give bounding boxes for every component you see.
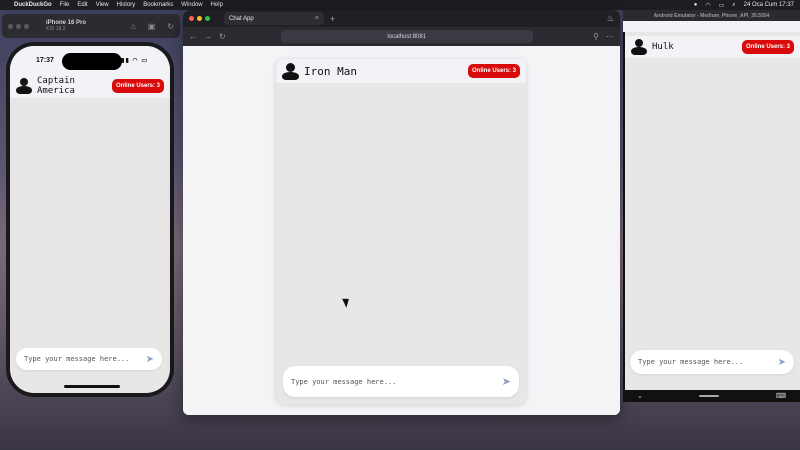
ios-username: Captain America bbox=[37, 76, 75, 96]
page-content: Iron Man Online Users: 3 ➤ bbox=[183, 46, 620, 415]
android-home-handle[interactable] bbox=[699, 395, 720, 397]
send-icon[interactable]: ➤ bbox=[502, 375, 511, 388]
ios-chat-header: Captain America Online Users: 3 bbox=[10, 74, 170, 98]
tab-chat-app[interactable]: Chat App × bbox=[224, 12, 324, 25]
ios-time: 17:37 bbox=[36, 56, 54, 64]
menu-window[interactable]: Window bbox=[181, 2, 202, 8]
send-icon[interactable]: ➤ bbox=[146, 354, 154, 365]
menu-bar: DuckDuckGo File Edit View History Bookma… bbox=[0, 0, 800, 10]
battery-icon[interactable]: ▭ bbox=[719, 2, 725, 9]
close-dot[interactable] bbox=[8, 23, 13, 29]
ios-message-box: ➤ bbox=[16, 348, 162, 370]
iphone-screen: 17:37 ▮▮ ◠ ▭ Captain America Online User… bbox=[10, 46, 170, 393]
wifi-icon[interactable]: ◠ bbox=[705, 2, 710, 9]
simulator-toolbar: iPhone 16 Pro iOS 18.2 ⌂ ▣ ↻ bbox=[2, 14, 180, 38]
iphone-device: 17:37 ▮▮ ◠ ▭ Captain America Online User… bbox=[6, 42, 174, 397]
address-bar: ← → ↻ localhost:8081 ⚲ ⋯ bbox=[183, 27, 620, 46]
person-icon bbox=[16, 78, 32, 94]
extension-icon[interactable]: ⚲ bbox=[593, 32, 599, 41]
home-indicator bbox=[64, 385, 120, 388]
window-controls bbox=[8, 23, 29, 29]
zoom-dot[interactable] bbox=[205, 16, 210, 21]
fire-icon[interactable]: ♨ bbox=[607, 14, 614, 23]
screenshot-icon[interactable]: ▣ bbox=[148, 22, 156, 31]
send-icon[interactable]: ➤ bbox=[778, 357, 786, 368]
keyboard-icon[interactable]: ⌨ bbox=[776, 392, 786, 400]
window-controls bbox=[189, 16, 210, 21]
menu-history[interactable]: History bbox=[117, 2, 136, 8]
web-message-input[interactable] bbox=[291, 377, 502, 386]
ios-message-input[interactable] bbox=[24, 355, 146, 363]
tab-title: Chat App bbox=[229, 15, 254, 22]
rotate-icon[interactable]: ↻ bbox=[167, 22, 174, 31]
dynamic-island bbox=[62, 53, 122, 70]
more-icon[interactable]: ⋯ bbox=[606, 32, 614, 41]
person-icon bbox=[282, 62, 299, 80]
search-icon[interactable]: ⌕ bbox=[732, 2, 735, 9]
android-message-input[interactable] bbox=[638, 358, 778, 366]
android-window-title: Android Emulator - Medium_Phone_API_35:5… bbox=[623, 10, 800, 21]
url-field[interactable]: localhost:8081 bbox=[280, 30, 533, 43]
menu-clock[interactable]: 24 Oca Cum 17:37 bbox=[744, 2, 794, 8]
menu-bookmarks[interactable]: Bookmarks bbox=[143, 2, 173, 8]
back-icon[interactable]: ← bbox=[189, 32, 197, 41]
close-dot[interactable] bbox=[189, 16, 194, 21]
web-message-box: ➤ bbox=[283, 366, 519, 397]
menu-view[interactable]: View bbox=[96, 2, 109, 8]
web-online-badge: Online Users: 3 bbox=[467, 64, 520, 78]
menu-edit[interactable]: Edit bbox=[77, 2, 87, 8]
chevron-down-icon[interactable]: ⌄ bbox=[637, 392, 643, 400]
reload-icon[interactable]: ↻ bbox=[219, 32, 226, 41]
forward-icon[interactable]: → bbox=[204, 32, 212, 41]
close-icon[interactable]: × bbox=[315, 15, 319, 22]
simulator-os: iOS 18.2 bbox=[46, 26, 66, 32]
menu-help[interactable]: Help bbox=[211, 2, 223, 8]
minimize-dot[interactable] bbox=[16, 23, 21, 29]
ios-status-icons: ▮▮ ◠ ▭ bbox=[121, 57, 148, 64]
zoom-dot[interactable] bbox=[24, 23, 29, 29]
menu-app-name[interactable]: DuckDuckGo bbox=[14, 2, 52, 8]
android-message-box: ➤ bbox=[630, 350, 794, 374]
browser-window: Chat App × + ♨ ← → ↻ localhost:8081 ⚲ ⋯ … bbox=[183, 10, 620, 415]
android-nav-bar: ⌄ ⌨ bbox=[623, 390, 800, 402]
person-icon bbox=[631, 39, 647, 55]
android-screen: Hulk Online Users: 3 ➤ bbox=[625, 32, 800, 390]
web-chat-card: Iron Man Online Users: 3 ➤ bbox=[276, 59, 526, 404]
android-online-badge: Online Users: 3 bbox=[741, 40, 794, 54]
simulator-title: iPhone 16 Pro iOS 18.2 bbox=[46, 20, 126, 32]
android-chat-header: Hulk Online Users: 3 bbox=[625, 36, 800, 58]
menu-file[interactable]: File bbox=[60, 2, 70, 8]
android-status-bar bbox=[623, 21, 800, 32]
ios-online-badge: Online Users: 3 bbox=[111, 79, 164, 93]
web-username: Iron Man bbox=[304, 64, 357, 78]
plus-icon[interactable]: + bbox=[330, 14, 335, 24]
tab-bar: Chat App × + ♨ bbox=[183, 10, 620, 27]
home-icon[interactable]: ⌂ bbox=[131, 22, 136, 31]
android-username: Hulk bbox=[652, 42, 674, 52]
android-emulator: Android Emulator - Medium_Phone_API_35:5… bbox=[623, 10, 800, 402]
web-chat-header: Iron Man Online Users: 3 bbox=[276, 59, 526, 83]
minimize-dot[interactable] bbox=[197, 16, 202, 21]
record-icon[interactable]: ● bbox=[694, 2, 698, 8]
url-text: localhost:8081 bbox=[387, 33, 427, 40]
